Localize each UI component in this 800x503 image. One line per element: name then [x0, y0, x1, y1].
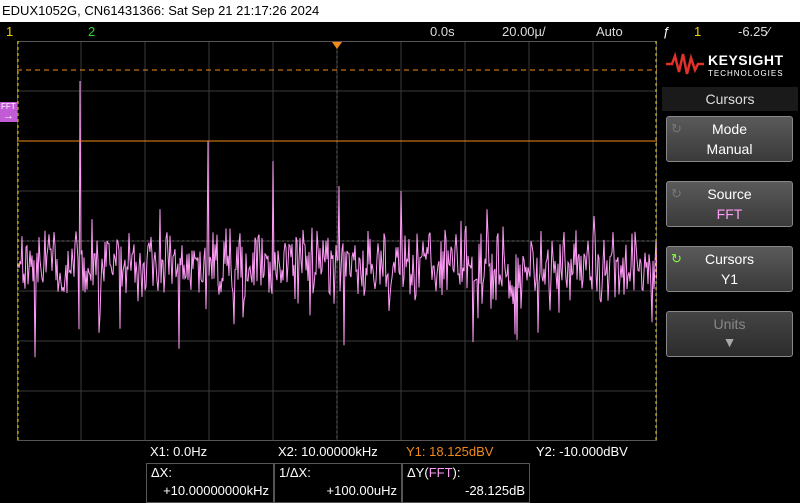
menu-title: Cursors — [662, 87, 798, 111]
delta-x-box: ΔX: +10.00000000kHz — [146, 463, 274, 503]
delta-x-label: ΔX: — [151, 465, 172, 480]
inv-delta-x-value: +100.00uHz — [326, 483, 397, 498]
softkey-value: Y1 — [720, 271, 739, 287]
title-bar: EDUX1052G, CN61431366: Sat Sep 21 21:17:… — [0, 0, 800, 22]
delta-y-label: ΔY(FFT): — [407, 465, 460, 480]
softkey-label: Units — [713, 316, 746, 332]
timebase: 20.00µ/ — [502, 24, 546, 39]
y1-readout: Y1: 18.125dBV — [406, 444, 494, 459]
cursors-softkey[interactable]: ↻ Cursors Y1 — [666, 246, 793, 292]
delta-y-suffix: ): — [452, 465, 461, 480]
status-bar: 1 2 0.0s 20.00µ/ Auto ƒ 1 -6.25∕ — [0, 22, 800, 41]
logo-sub: TECHNOLOGIES — [708, 69, 784, 78]
trigger-slope-icon: ƒ — [663, 24, 671, 39]
delta-x-value: +10.00000000kHz — [163, 483, 269, 498]
horizontal-delay: 0.0s — [430, 24, 455, 39]
arrow-down-icon: ▼ — [722, 334, 737, 350]
trigger-level: -6.25∕ — [738, 24, 770, 39]
channel-2-indicator[interactable]: 2 — [88, 22, 95, 41]
softkey-label: Source — [707, 186, 752, 202]
softkey-label: Mode — [711, 121, 748, 137]
trigger-position-marker — [332, 42, 342, 49]
inv-delta-x-box: 1/ΔX: +100.00uHz — [274, 463, 402, 503]
keysight-wave-icon — [666, 52, 704, 75]
source-softkey[interactable]: ↻ Source FFT — [666, 181, 793, 227]
delta-y-value: -28.125dB — [465, 483, 525, 498]
logo-brand: KEYSIGHT — [708, 52, 784, 68]
delta-y-box: ΔY(FFT): -28.125dB — [402, 463, 530, 503]
softkey-value: Manual — [706, 141, 753, 157]
delta-y-source: FFT — [428, 465, 453, 480]
delta-y-prefix: ΔY( — [407, 465, 429, 480]
trigger-source: 1 — [694, 24, 702, 39]
y2-readout: Y2: -10.000dBV — [536, 444, 628, 459]
mode-softkey[interactable]: ↻ Mode Manual — [666, 116, 793, 162]
x1-readout: X1: 0.0Hz — [150, 444, 208, 459]
x2-readout: X2: 10.00000kHz — [278, 444, 378, 459]
cursor-readout: X1: 0.0Hz X2: 10.00000kHz Y1: 18.125dBV … — [0, 441, 659, 503]
arrow-right-icon: → — [3, 110, 14, 122]
softkey-value: FFT — [716, 206, 743, 222]
graticule — [17, 41, 657, 441]
inv-delta-x-label: 1/ΔX: — [279, 465, 311, 480]
channel-1-indicator[interactable]: 1 — [6, 22, 13, 41]
keysight-logo: KEYSIGHT TECHNOLOGIES — [662, 44, 798, 84]
waveform-display[interactable] — [17, 41, 657, 441]
device-info: EDUX1052G, CN61431366: Sat Sep 21 21:17:… — [2, 3, 320, 18]
trigger-mode: Auto — [596, 24, 623, 39]
fft-marker: FFT → — [0, 102, 17, 122]
units-softkey[interactable]: Units ▼ — [666, 311, 793, 357]
softkey-label: Cursors — [704, 251, 754, 267]
